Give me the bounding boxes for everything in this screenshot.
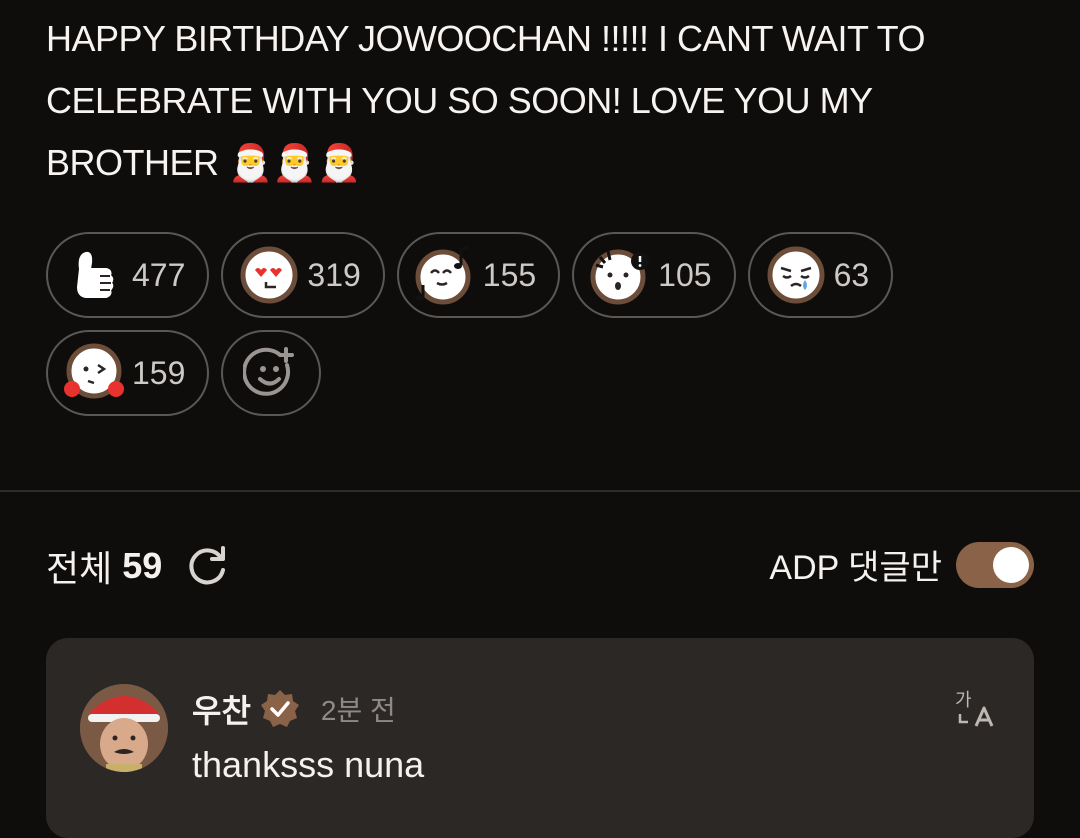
comment-meta: 우찬 2분 전 — [192, 686, 396, 732]
verified-badge-icon — [259, 688, 301, 730]
reaction-surprised[interactable]: 105 — [572, 232, 736, 318]
reaction-count: 155 — [482, 256, 537, 293]
heart-eyes-face-icon — [239, 245, 299, 305]
reaction-count: 477 — [132, 256, 186, 293]
reaction-bar: 477 319 155 105 63 159 — [46, 232, 1046, 428]
adp-filter-toggle[interactable] — [956, 541, 1034, 588]
comment-author[interactable]: 우찬 — [192, 686, 251, 732]
reaction-crying[interactable]: 63 — [747, 232, 894, 318]
section-divider — [0, 490, 1080, 492]
toggle-knob — [993, 546, 1029, 583]
post-text: HAPPY BIRTHDAY JOWOOCHAN !!!!! I CANT WA… — [46, 18, 926, 183]
reaction-count: 319 — [307, 256, 361, 293]
reaction-count: 105 — [658, 256, 712, 293]
winking-blush-face-icon — [64, 343, 124, 403]
avatar[interactable] — [80, 684, 168, 772]
reaction-blush[interactable]: 159 — [46, 330, 210, 416]
add-reaction-icon — [241, 343, 301, 403]
reaction-count: 159 — [132, 354, 186, 391]
comment-card: 우찬 2분 전 가 thanksss nuna — [46, 638, 1034, 838]
reaction-thumbs-up[interactable]: 477 — [46, 232, 210, 318]
comments-total-count: 59 — [122, 545, 163, 586]
comment-text: thanksss nuna — [192, 744, 425, 785]
add-reaction-button[interactable] — [221, 330, 322, 416]
translate-icon[interactable]: 가 — [954, 686, 998, 730]
svg-text:가: 가 — [955, 690, 972, 711]
reaction-heart-eyes[interactable]: 319 — [221, 232, 385, 318]
comment-time: 2분 전 — [320, 695, 396, 726]
crying-face-icon — [766, 245, 826, 305]
comments-header: 전체 59 — [46, 540, 230, 592]
refresh-icon[interactable] — [184, 543, 230, 589]
surprised-face-icon — [590, 245, 650, 305]
thumbs-up-icon — [64, 245, 124, 305]
reaction-music[interactable]: 155 — [396, 232, 561, 318]
comments-total-label: 전체 — [46, 548, 113, 589]
reaction-count: 63 — [833, 256, 870, 293]
adp-filter: ADP 댓글만 — [769, 540, 1034, 589]
music-note-face-icon — [415, 245, 475, 305]
adp-filter-label: ADP 댓글만 — [769, 549, 942, 587]
